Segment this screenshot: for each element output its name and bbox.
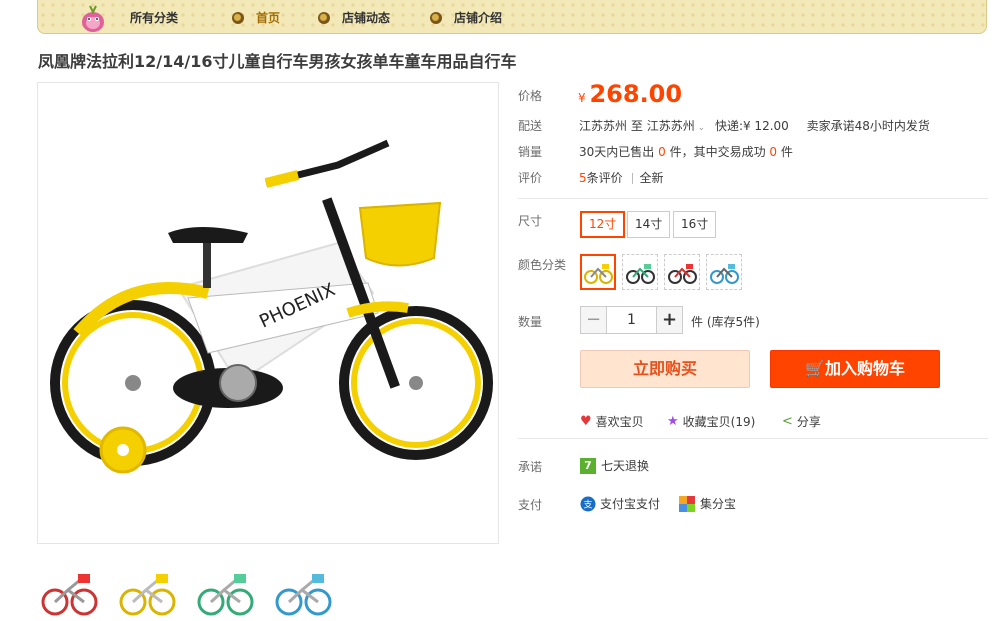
product-main-image[interactable]: PHOENIX (37, 82, 499, 544)
payment-label: 支付 (518, 498, 543, 512)
price-block: ¥ 268.00 (578, 80, 682, 108)
thumbnail-green-bike[interactable] (196, 562, 254, 620)
nav-home[interactable]: 首页 (232, 9, 280, 26)
chevron-down-icon: ⌄ (694, 123, 706, 133)
favorite-label: 收藏宝贝(19) (682, 415, 756, 429)
cart-icon: 🛒 (805, 359, 825, 378)
divider (518, 198, 988, 199)
heart-icon: ♥ (580, 414, 592, 429)
share-label: 分享 (796, 415, 821, 429)
quantity-label: 数量 (518, 315, 543, 329)
review-condition: 全新 (639, 171, 664, 185)
shop-mascot-icon (82, 5, 104, 32)
review-info: 5条评价 全新 (579, 169, 664, 186)
like-label: 喜欢宝贝 (595, 415, 644, 429)
add-to-cart-button[interactable]: 🛒加入购物车 (770, 350, 940, 388)
currency-symbol: ¥ (578, 91, 586, 105)
delivery-label: 配送 (518, 119, 543, 133)
buy-now-button[interactable]: 立即购买 (580, 350, 750, 388)
thumbnail-strip (40, 562, 332, 620)
promise-label: 承诺 (518, 460, 543, 474)
express-fee: 快递:¥ 12.00 (714, 119, 789, 133)
quantity-increase-button[interactable]: + (656, 306, 683, 334)
share-icon: < (782, 414, 793, 429)
quantity-stepper: − + (580, 306, 683, 334)
stock-count: (库存5件) (706, 315, 760, 329)
size-label: 尺寸 (518, 214, 543, 228)
sales-sold-count: 0 (658, 145, 666, 159)
ship-promise: 卖家承诺48小时内发货 (806, 119, 930, 133)
bike-illustration: PHOENIX (50, 139, 493, 474)
jifenbao-payment[interactable]: 集分宝 (679, 495, 736, 512)
thumbnail-yellow-bike[interactable] (118, 562, 176, 620)
delivery-to-word: 至 (630, 119, 643, 133)
like-item-button[interactable]: ♥ 喜欢宝贝 (580, 413, 644, 430)
delivery-info: 江苏苏州 至 江苏苏州 ⌄ 快递:¥ 12.00 卖家承诺48小时内发货 (579, 117, 930, 134)
all-categories-label: 所有分类 (130, 11, 179, 25)
sales-mid: 件，其中交易成功 (669, 145, 766, 159)
alipay-label: 支付宝支付 (600, 497, 661, 511)
all-categories-link[interactable]: 所有分类 (130, 9, 178, 26)
delivery-to-select[interactable]: 江苏苏州 ⌄ (647, 119, 705, 133)
jifenbao-icon (679, 495, 695, 512)
price-label: 价格 (518, 89, 543, 103)
price-value: 268.00 (589, 80, 683, 108)
stock-info: 件 (库存5件) (691, 313, 760, 330)
nav-shop-intro[interactable]: 店铺介绍 (430, 9, 502, 26)
seven-day-badge-icon: 7 (580, 457, 596, 474)
product-title: 凤凰牌法拉利12/14/16寸儿童自行车男孩女孩单车童车用品自行车 (38, 52, 517, 71)
shop-nav-bar: 所有分类 首页 店铺动态 店铺介绍 (37, 0, 987, 34)
color-option-green[interactable] (622, 254, 658, 290)
quantity-unit: 件 (691, 315, 704, 329)
red-bike-swatch-icon (668, 264, 697, 284)
size-option-16[interactable]: 16寸 (673, 211, 717, 238)
thumbnail-blue-bike[interactable] (274, 562, 332, 620)
seven-day-return[interactable]: 7 七天退换 (580, 457, 649, 474)
nav-shop-news-label: 店铺动态 (342, 11, 391, 25)
review-count: 5 (579, 171, 587, 185)
alipay-icon: 支 (580, 496, 596, 511)
sales-label: 销量 (518, 145, 543, 159)
nav-bullet-icon (430, 11, 442, 24)
jifenbao-label: 集分宝 (700, 497, 737, 511)
yellow-bike-swatch-icon (584, 264, 613, 284)
favorite-item-button[interactable]: ★ 收藏宝贝(19) (667, 413, 755, 430)
quantity-input[interactable] (607, 306, 656, 334)
divider (632, 173, 634, 184)
quantity-decrease-button[interactable]: − (580, 306, 607, 334)
star-icon: ★ (667, 414, 679, 429)
seven-day-return-text: 七天退换 (601, 459, 650, 473)
delivery-from: 江苏苏州 (579, 119, 628, 133)
sales-info: 30天内已售出 0 件，其中交易成功 0 件 (579, 143, 793, 160)
color-option-red[interactable] (664, 254, 700, 290)
nav-bullet-icon (318, 11, 330, 24)
share-button[interactable]: < 分享 (782, 413, 821, 430)
green-bike-swatch-icon (626, 264, 655, 284)
nav-shop-news[interactable]: 店铺动态 (318, 9, 390, 26)
review-label: 评价 (518, 171, 543, 185)
add-to-cart-label: 加入购物车 (824, 359, 905, 378)
svg-text:支: 支 (583, 498, 592, 510)
color-option-blue[interactable] (706, 254, 742, 290)
nav-shop-intro-label: 店铺介绍 (454, 11, 503, 25)
divider (518, 438, 988, 439)
delivery-to: 江苏苏州 (646, 119, 695, 133)
review-count-link[interactable]: 5条评价 (579, 171, 623, 185)
size-option-14[interactable]: 14寸 (627, 211, 671, 238)
color-option-yellow[interactable] (580, 254, 616, 290)
nav-home-label: 首页 (256, 11, 281, 25)
color-label: 颜色分类 (518, 258, 567, 272)
sales-success-count: 0 (769, 145, 778, 159)
sales-suffix: 件 (780, 145, 793, 159)
blue-bike-swatch-icon (710, 264, 739, 284)
alipay-payment[interactable]: 支 支付宝支付 (580, 495, 660, 512)
sales-prefix: 30天内已售出 (579, 145, 655, 159)
thumbnail-red-bike[interactable] (40, 562, 98, 620)
review-count-suffix: 条评价 (586, 171, 623, 185)
nav-bullet-icon (232, 11, 244, 24)
size-option-12[interactable]: 12寸 (580, 211, 626, 238)
